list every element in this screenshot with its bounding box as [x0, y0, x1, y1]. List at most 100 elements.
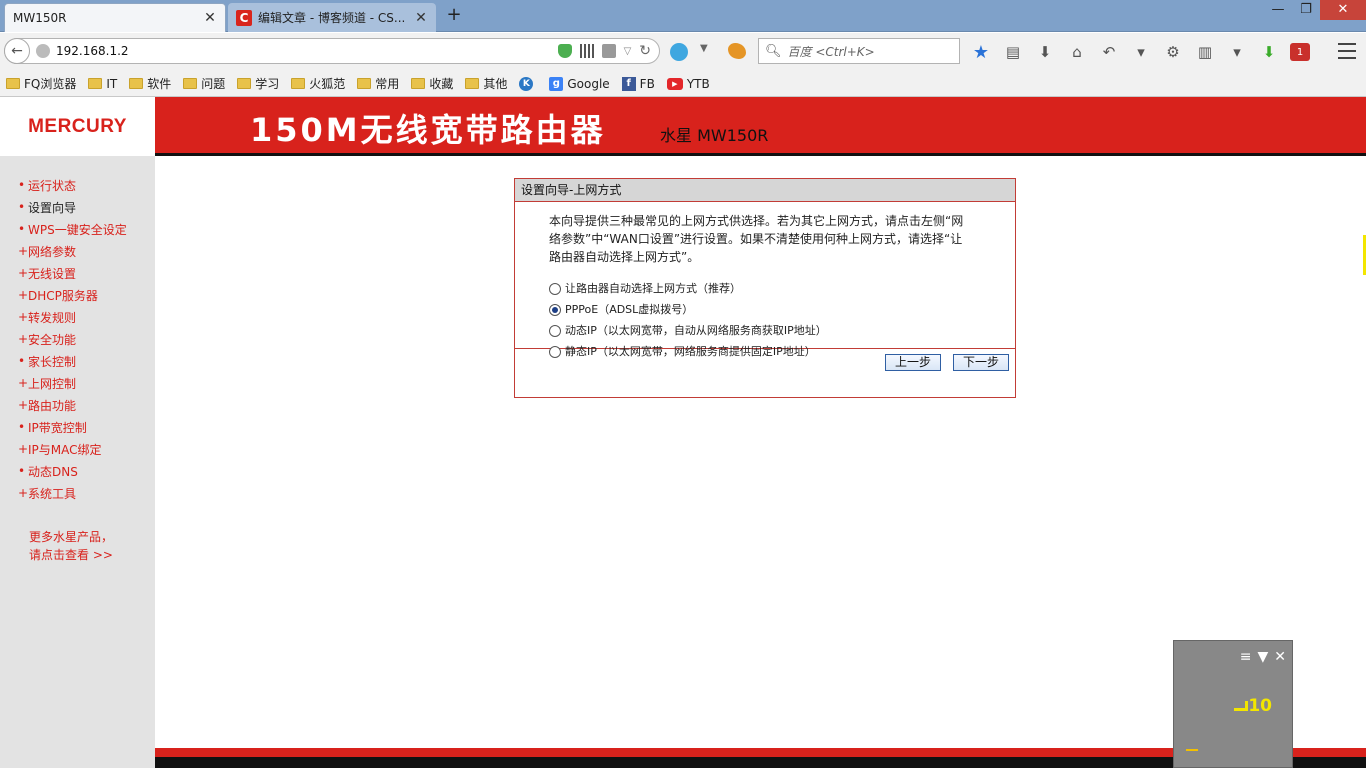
radio-pppoe[interactable] — [549, 303, 561, 316]
sidebar-item-wireless[interactable]: + 无线设置 — [0, 262, 155, 284]
undo-icon[interactable]: ↶ — [1098, 41, 1120, 63]
close-icon[interactable]: ✕ — [1274, 649, 1286, 665]
close-window-button[interactable]: ✕ — [1320, 0, 1366, 20]
close-tab-icon[interactable]: ✕ — [414, 10, 428, 26]
sidebar-item-routing[interactable]: + 路由功能 — [0, 394, 155, 416]
sidebar-item-dhcp[interactable]: + DHCP服务器 — [0, 284, 155, 306]
bookmark-item[interactable]: K — [519, 76, 537, 91]
previous-button[interactable]: 上一步 — [885, 354, 941, 371]
reading-list-icon[interactable]: ▤ — [1002, 41, 1024, 63]
folder-icon — [6, 78, 20, 89]
network-monitor-widget[interactable]: ≡ ▼ ✕ 10 — [1173, 640, 1293, 768]
sidebar-item-security[interactable]: + 安全功能 — [0, 328, 155, 350]
sidebar-item-wps[interactable]: • WPS一键安全设定 — [0, 218, 155, 240]
menu-icon[interactable]: ≡ — [1240, 649, 1252, 665]
tab-title: 编辑文章 - 博客频道 - CS... — [258, 11, 406, 25]
url-input[interactable]: 192.168.1.2 — [56, 44, 558, 58]
search-placeholder: 百度 <Ctrl+K> — [787, 44, 875, 59]
chevron-down-icon[interactable]: ▾ — [1226, 41, 1248, 63]
sidebar-item-system-tools[interactable]: + 系统工具 — [0, 482, 155, 504]
reload-icon[interactable]: ↻ — [639, 43, 651, 59]
bookmark-item[interactable]: 学习 — [237, 75, 279, 92]
qr-code-icon[interactable] — [579, 44, 594, 58]
chevron-down-icon[interactable]: ▽ — [624, 46, 632, 57]
widget-value: 10 — [1248, 696, 1272, 716]
extension-icon[interactable] — [670, 43, 688, 61]
bookmark-label: 其他 — [483, 77, 508, 91]
bookmark-item[interactable]: 问题 — [183, 75, 225, 92]
wizard-footer: 上一步 下一步 — [515, 350, 1015, 374]
bookmark-item[interactable]: ▶ YTB — [666, 77, 710, 91]
clipboard-icon[interactable]: ▥ — [1194, 41, 1216, 63]
bookmark-label: FQ浏览器 — [24, 77, 77, 91]
url-bar[interactable]: ← 192.168.1.2 ▽ ↻ — [4, 38, 660, 64]
sidebar-item-wizard[interactable]: • 设置向导 — [0, 196, 155, 218]
restore-button[interactable]: ❐ — [1292, 0, 1320, 20]
more-products-link[interactable]: 更多水星产品， 请点击查看 >> — [0, 528, 155, 564]
bookmark-item[interactable]: FQ浏览器 — [6, 75, 76, 92]
next-button[interactable]: 下一步 — [953, 354, 1009, 371]
sidebar-item-status[interactable]: • 运行状态 — [0, 174, 155, 196]
bookmark-label: 学习 — [255, 77, 280, 91]
shield-icon[interactable] — [557, 44, 572, 58]
sync-icon[interactable]: ⚙ — [1162, 41, 1184, 63]
download-icon[interactable]: ⬇ — [1034, 41, 1056, 63]
bookmark-item[interactable]: 其他 — [465, 75, 507, 92]
bookmark-item[interactable]: 软件 — [129, 75, 171, 92]
radio-dynamic-ip[interactable] — [549, 324, 561, 337]
wizard-title: 设置向导-上网方式 — [515, 179, 1015, 201]
signal-icon — [1234, 701, 1248, 711]
model-label: 水星 MW150R — [660, 126, 769, 145]
plus-icon: + — [18, 486, 29, 500]
sidebar-item-label: 设置向导 — [28, 200, 77, 215]
tab-mw150r[interactable]: MW150R ✕ — [4, 3, 226, 32]
bookmark-star-icon[interactable]: ★ — [970, 41, 992, 63]
bookmark-item[interactable]: g Google — [549, 76, 610, 91]
bullet-icon: • — [18, 354, 26, 368]
sidebar-item-ddns[interactable]: • 动态DNS — [0, 460, 155, 482]
chevron-down-icon[interactable]: ▼ — [700, 43, 708, 54]
minimize-button[interactable]: — — [1264, 0, 1292, 20]
addon-badge-icon[interactable]: 1 — [1290, 43, 1310, 61]
globe-icon — [36, 44, 50, 58]
home-icon[interactable]: ⌂ — [1066, 41, 1088, 63]
tab-csdn[interactable]: C 编辑文章 - 博客频道 - CS... ✕ — [228, 3, 436, 32]
close-tab-icon[interactable]: ✕ — [203, 10, 217, 26]
option-auto[interactable]: 让路由器自动选择上网方式（推荐） — [549, 278, 985, 299]
bookmark-item[interactable]: 收藏 — [411, 75, 453, 92]
bookmark-label: 收藏 — [429, 77, 454, 91]
new-tab-button[interactable]: + — [444, 5, 464, 25]
folder-icon — [411, 78, 426, 89]
search-icon: 🔍︎ — [765, 43, 782, 59]
bookmark-item[interactable]: IT — [88, 77, 117, 91]
sidebar-item-bandwidth[interactable]: • IP带宽控制 — [0, 416, 155, 438]
bookmarks-bar: FQ浏览器 IT 软件 问题 学习 火狐范 常用 收藏 其他 K g Google… — [0, 71, 1366, 97]
sidebar-item-ip-mac[interactable]: + IP与MAC绑定 — [0, 438, 155, 460]
sidebar-item-network[interactable]: + 网络参数 — [0, 240, 155, 262]
chevron-down-icon[interactable]: ▾ — [1130, 41, 1152, 63]
folder-icon — [88, 78, 103, 89]
search-bar[interactable]: 🔍︎ 百度 <Ctrl+K> — [758, 38, 960, 64]
sidebar-item-forwarding[interactable]: + 转发规则 — [0, 306, 155, 328]
option-pppoe[interactable]: PPPoE（ADSL虚拟拨号） — [549, 299, 985, 320]
option-dynamic-ip[interactable]: 动态IP（以太网宽带，自动从网络服务商获取IP地址） — [549, 320, 985, 341]
green-download-icon[interactable]: ⬇ — [1258, 41, 1280, 63]
description-line: 路由器自动选择上网方式”。 — [549, 250, 700, 264]
sidebar-item-label: 上网控制 — [28, 376, 77, 391]
chevron-down-icon[interactable]: ▼ — [1257, 649, 1268, 665]
hamburger-menu-icon[interactable] — [1338, 43, 1356, 59]
back-arrow-icon: ← — [11, 43, 23, 59]
sidebar-item-parental[interactable]: • 家长控制 — [0, 350, 155, 372]
folder-icon — [465, 78, 480, 89]
sidebar-item-label: 家长控制 — [28, 354, 77, 369]
bookmark-item[interactable]: 常用 — [357, 75, 399, 92]
sidebar-item-label: DHCP服务器 — [28, 288, 98, 303]
google-icon: g — [549, 76, 564, 91]
radio-auto[interactable] — [549, 282, 561, 295]
addon-icon[interactable] — [728, 43, 746, 59]
back-button[interactable]: ← — [4, 38, 30, 64]
page-info-icon[interactable] — [601, 44, 616, 58]
sidebar-item-access-control[interactable]: + 上网控制 — [0, 372, 155, 394]
bookmark-item[interactable]: f FB — [621, 76, 655, 91]
bookmark-item[interactable]: 火狐范 — [291, 75, 345, 92]
